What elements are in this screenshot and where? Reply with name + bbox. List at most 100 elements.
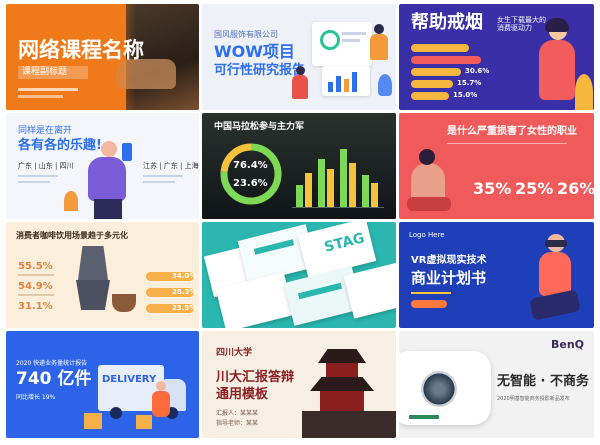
univ-reporter: 汇报人：某某某 — [216, 410, 259, 417]
project-subtitle: 可行性研究报告 — [214, 63, 306, 78]
company-name: 国风服饰有限公司 — [214, 30, 278, 39]
pagoda-base — [302, 411, 396, 438]
vr-button — [411, 300, 447, 308]
person-body — [292, 75, 308, 99]
course-subtitle: 课程副标题 — [22, 67, 68, 77]
cities-headline-1: 同样是在离开 — [18, 126, 73, 136]
coffee-stat: 23.5% — [172, 304, 197, 312]
chart-bar — [349, 163, 356, 207]
pagoda-roof-mid — [310, 377, 374, 391]
bar-row — [411, 68, 461, 76]
city-line — [143, 181, 175, 183]
bar-row — [411, 80, 453, 88]
tile-quit-smoking[interactable]: 帮助戒烟 女生下载最大的 消费驱动力 30.6% 15.7% 15.0% — [399, 4, 594, 110]
plant-deco — [575, 74, 593, 110]
chart-bar — [362, 175, 369, 207]
benq-logo: BenQ — [551, 338, 585, 351]
card-chart — [320, 30, 340, 50]
bar-row — [411, 92, 449, 100]
person-figure — [374, 24, 384, 34]
tile-women-careers[interactable]: 是什么严重损害了女性的职业 35% 25% 26% — [399, 113, 594, 219]
stat-1: 76.4% — [233, 160, 268, 171]
courier-head — [156, 381, 166, 391]
chart-bar — [296, 185, 303, 207]
chart-bar — [340, 149, 347, 207]
phone-deco — [122, 143, 132, 161]
woman-hair — [545, 18, 569, 32]
tile-delivery[interactable]: 2020 快递业务量统计报告 740 亿件 同比增长 19% DELIVERY — [6, 331, 199, 438]
ring-chart — [220, 143, 282, 205]
course-title: 网络课程名称 — [18, 38, 144, 62]
city-line — [18, 175, 58, 177]
coffee-stat: 28.3% — [172, 288, 197, 296]
tile-coffee[interactable]: 消费者咖啡饮用场景趋于多元化 55.5% 54.9% 31.1% 34.0% 2… — [6, 222, 199, 328]
pagoda-floor — [320, 391, 364, 411]
tile-sichuan-univ[interactable]: 四川大学 川大汇报答辩 通用模板 汇报人：某某某 指导老师：某某 — [202, 331, 396, 438]
city-line — [143, 175, 183, 177]
city-line — [18, 181, 50, 183]
delivery-sub: 同比增长 19% — [16, 394, 56, 401]
left-cities: 广东 | 山东 | 四川 — [18, 162, 74, 170]
coffee-stat: 54.9% — [18, 281, 53, 292]
courier-body — [152, 391, 170, 417]
marathon-title: 中国马拉松参与主力军 — [214, 122, 305, 132]
card-line — [342, 32, 366, 35]
woman-body — [539, 40, 575, 100]
chart-bar — [305, 173, 312, 207]
univ-advisor: 指导老师：某某 — [216, 420, 259, 427]
meta-line — [18, 88, 78, 91]
box — [136, 415, 152, 429]
delivery-number: 740 亿件 — [16, 369, 92, 389]
tile-stack-templates[interactable]: STAG — [202, 222, 396, 328]
panel-bar — [336, 76, 341, 92]
career-stat: 35% — [473, 179, 512, 198]
pagoda-roof-top — [318, 349, 366, 363]
bar-value: 15.0% — [453, 91, 478, 99]
vr-headset — [545, 240, 567, 247]
coffee-title: 消费者咖啡饮用场景趋于多元化 — [16, 231, 128, 240]
tile-working-cities[interactable]: 同样是在离开 各有各的乐趣! 广东 | 山东 | 四川 江苏 | 广东 | 上海 — [6, 113, 199, 219]
project-title: WOW项目 — [214, 42, 295, 61]
person-figure — [296, 66, 305, 75]
career-stat: 26% — [557, 179, 594, 198]
man-figure-legs — [94, 199, 122, 219]
vr-logo: Logo Here — [409, 231, 445, 239]
bar-row — [411, 44, 469, 52]
tile-vr-plan[interactable]: Logo Here VR虚拟现实技术 商业计划书 — [399, 222, 594, 328]
coffee-stat: 31.1% — [18, 301, 53, 312]
chart-bar — [371, 183, 378, 207]
quit-title: 帮助戒烟 — [411, 12, 483, 33]
vr-woman-body — [539, 252, 571, 296]
pagoda-floor — [326, 363, 358, 377]
coffee-stat: 34.0% — [172, 272, 197, 280]
tile-benq[interactable]: BenQ 无智能 · 不商务 2020明基智能商务投影新品发布 — [399, 331, 594, 438]
stat-line — [18, 294, 54, 296]
stat-2: 23.6% — [233, 178, 268, 189]
stat-line — [18, 274, 54, 276]
vr-divider — [411, 292, 451, 294]
panel-bar — [352, 72, 357, 92]
truck-wheel — [110, 407, 122, 419]
tile-wow-project[interactable]: 国风服饰有限公司 WOW项目 可行性研究报告 — [202, 4, 396, 110]
tile-marathon[interactable]: 中国马拉松参与主力军 76.4% 23.6% — [202, 113, 396, 219]
man-figure-head — [101, 141, 117, 157]
bar-value: 15.7% — [457, 79, 482, 87]
delivery-top: 2020 快递业务量统计报告 — [16, 360, 88, 367]
quit-caption: 女生下载最大的 消费驱动力 — [497, 16, 546, 33]
person-body — [370, 34, 388, 60]
projector-accent — [409, 415, 439, 419]
cities-headline-2: 各有各的乐趣! — [18, 138, 102, 153]
right-cities: 江苏 | 广东 | 上海 — [143, 162, 199, 170]
woman-head — [419, 149, 435, 165]
panel-bar — [344, 79, 349, 92]
chart-bar — [327, 169, 334, 207]
template-gallery: 网络课程名称 课程副标题 国风服饰有限公司 WOW项目 可行性研究报告 帮助戒烟… — [0, 0, 600, 445]
career-stat: 25% — [515, 179, 554, 198]
bar-row — [411, 56, 481, 64]
vr-title-1: VR虚拟现实技术 — [411, 255, 487, 266]
chart-baseline — [292, 207, 384, 208]
projector-lens — [421, 371, 457, 407]
man-figure-body — [88, 157, 126, 201]
univ-title-1: 川大汇报答辩 — [216, 370, 295, 385]
tile-online-course[interactable]: 网络课程名称 课程副标题 — [6, 4, 199, 110]
